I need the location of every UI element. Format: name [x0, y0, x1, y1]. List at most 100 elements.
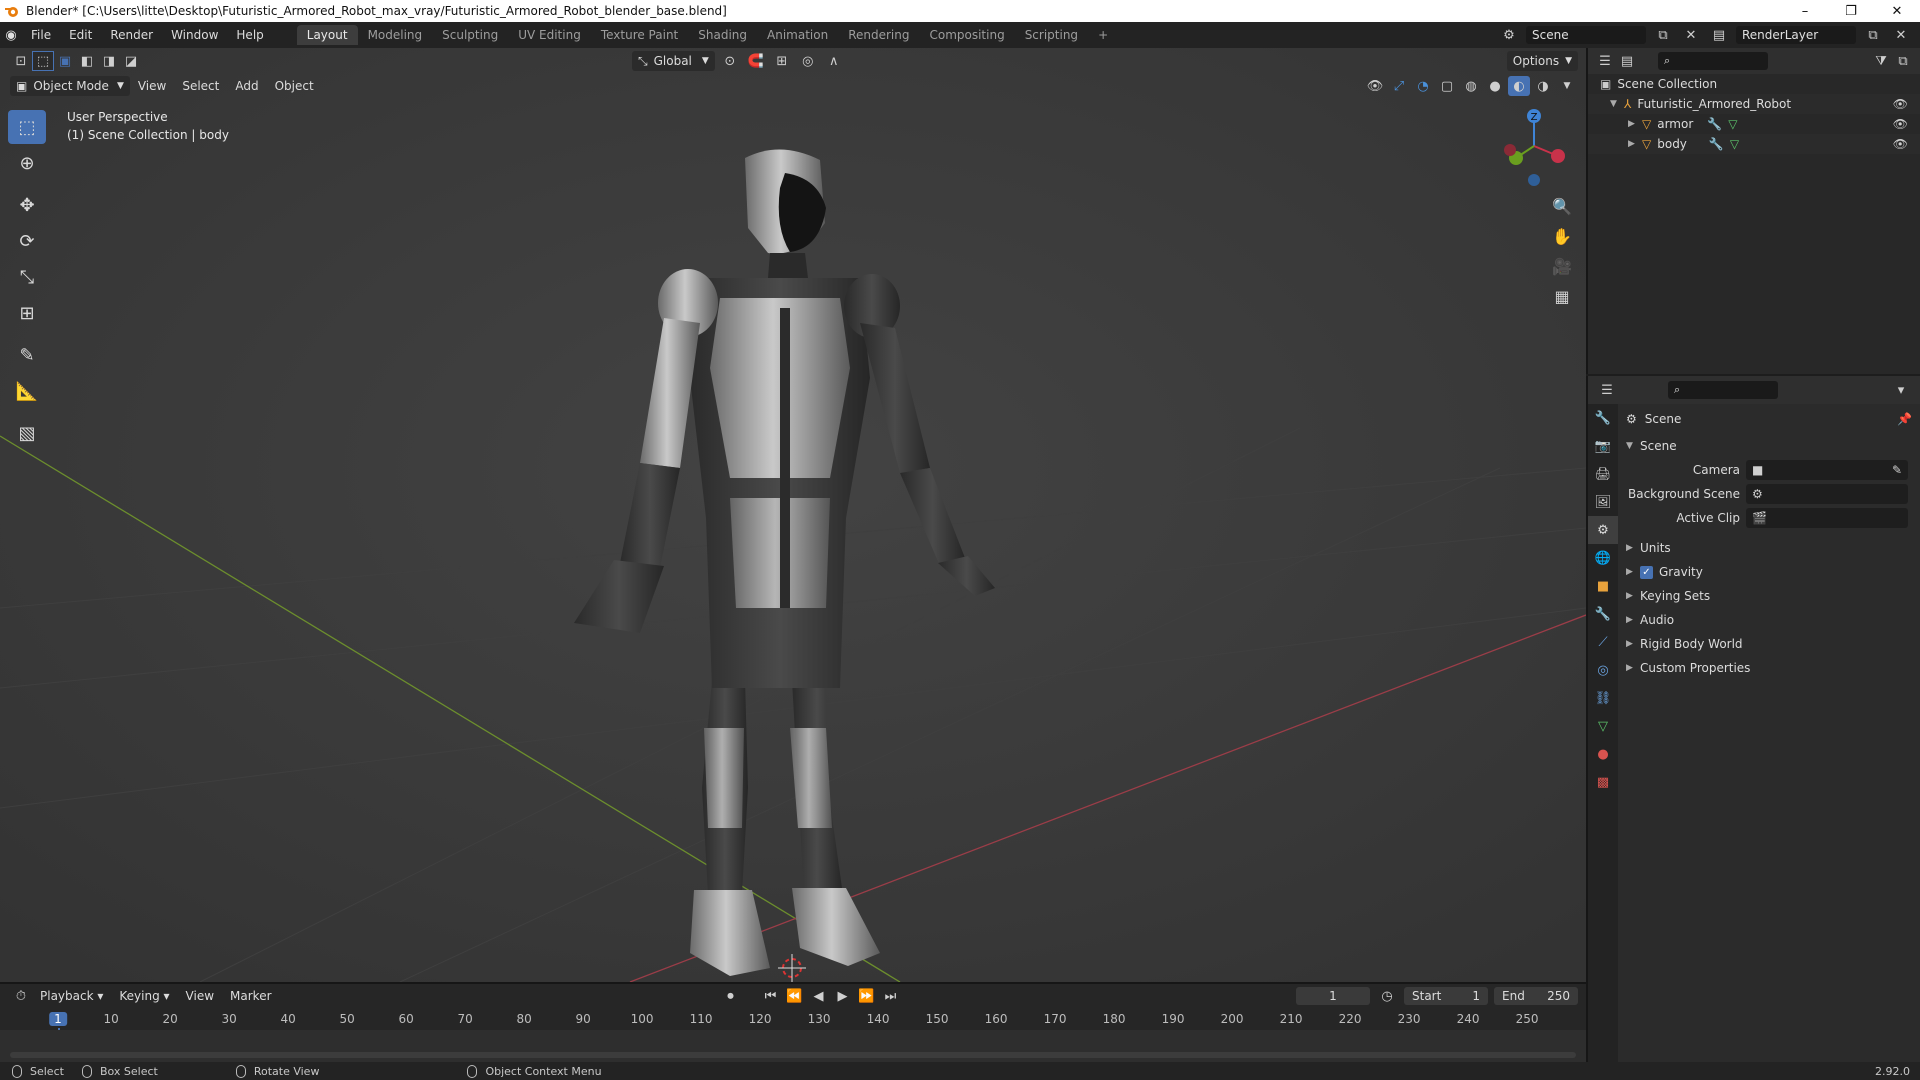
- menu-file[interactable]: File: [22, 28, 60, 42]
- properties-editor-type-icon[interactable]: ☰: [1596, 380, 1618, 400]
- expand-right-icon[interactable]: ▶: [1628, 139, 1642, 149]
- chevron-down-icon[interactable]: ▾: [1890, 380, 1912, 400]
- delete-scene-icon[interactable]: ✕: [1680, 25, 1702, 45]
- menu-playback[interactable]: Playback ▾: [32, 989, 111, 1003]
- units-panel[interactable]: ▶ Units: [1618, 536, 1920, 560]
- outliner-scene-collection[interactable]: ▣ Scene Collection: [1588, 74, 1920, 94]
- display-mode-icon[interactable]: ▤: [1616, 51, 1638, 71]
- new-collection-icon[interactable]: ⧉: [1892, 51, 1914, 71]
- material-tab-icon[interactable]: ●: [1588, 740, 1618, 768]
- select-subtract-icon[interactable]: ◨: [98, 51, 120, 71]
- next-keyframe-icon[interactable]: ⏩: [856, 986, 878, 1006]
- cursor-tool-icon[interactable]: ⊕: [8, 146, 46, 180]
- viewport-scene[interactable]: [0, 48, 1586, 982]
- tab-scripting[interactable]: Scripting: [1015, 25, 1088, 45]
- delete-layer-icon[interactable]: ✕: [1890, 25, 1912, 45]
- gravity-checkbox[interactable]: ✓: [1640, 565, 1653, 579]
- gizmo-x-axis[interactable]: [1551, 149, 1565, 163]
- menu-object[interactable]: Object: [267, 79, 322, 93]
- outliner-item-robot[interactable]: ▼ ⅄ Futuristic_Armored_Robot 👁: [1588, 94, 1920, 114]
- active-clip-field[interactable]: 🎬: [1746, 508, 1908, 528]
- annotate-tool-icon[interactable]: ✎: [8, 338, 46, 372]
- move-tool-icon[interactable]: ✥: [8, 188, 46, 222]
- menu-add[interactable]: Add: [227, 79, 266, 93]
- minimize-button[interactable]: –: [1782, 4, 1828, 19]
- tab-layout[interactable]: Layout: [296, 25, 358, 45]
- render-layer-icon[interactable]: ▤: [1708, 25, 1730, 45]
- scene-selector[interactable]: Scene: [1526, 26, 1646, 44]
- tab-sculpting[interactable]: Sculpting: [432, 25, 508, 45]
- tab-animation[interactable]: Animation: [757, 25, 838, 45]
- overlay-icon[interactable]: ◔: [1412, 76, 1434, 96]
- blender-menu-icon[interactable]: ◉: [0, 25, 22, 45]
- select-new-icon[interactable]: ▣: [54, 51, 76, 71]
- pin-icon[interactable]: 📌: [1897, 412, 1912, 426]
- texture-tab-icon[interactable]: ▩: [1588, 768, 1618, 796]
- object-tab-icon[interactable]: ■: [1588, 572, 1618, 600]
- select-box-tool-icon[interactable]: ⬚: [8, 110, 46, 144]
- snap-icon[interactable]: 🧲: [745, 51, 767, 71]
- menu-window[interactable]: Window: [162, 28, 227, 42]
- scale-tool-icon[interactable]: ⤡: [8, 260, 46, 294]
- tab-modeling[interactable]: Modeling: [358, 25, 433, 45]
- particles-tab-icon[interactable]: ⟋: [1588, 628, 1618, 656]
- rendered-shading-icon[interactable]: ◑: [1532, 76, 1554, 96]
- background-scene-field[interactable]: ⚙: [1746, 484, 1908, 504]
- transform-tool-icon[interactable]: ⊞: [8, 296, 46, 330]
- outliner-editor-type-icon[interactable]: ☰: [1594, 51, 1616, 71]
- close-button[interactable]: ✕: [1874, 4, 1920, 19]
- eye-icon[interactable]: 👁: [1893, 117, 1908, 131]
- editor-type-icon[interactable]: ⊡: [10, 51, 32, 71]
- timeline-ruler[interactable]: 1 10 20 30 40 50 60 70 80 90 100 110 120 130 140 150 160…: [0, 1010, 1586, 1062]
- scene-tab-icon[interactable]: ⚙: [1588, 516, 1618, 544]
- new-scene-icon[interactable]: ⧉: [1652, 25, 1674, 45]
- end-frame-field[interactable]: End 250: [1494, 987, 1578, 1005]
- timeline-scrollbar[interactable]: [10, 1052, 1576, 1058]
- current-frame-field[interactable]: 1: [1296, 987, 1370, 1005]
- menu-timeline-view[interactable]: View: [178, 989, 222, 1003]
- world-tab-icon[interactable]: 🌐: [1588, 544, 1618, 572]
- start-frame-field[interactable]: Start 1: [1404, 987, 1488, 1005]
- keying-sets-panel[interactable]: ▶ Keying Sets: [1618, 584, 1920, 608]
- jump-end-icon[interactable]: ⏭: [880, 986, 902, 1006]
- preview-range-icon[interactable]: ◷: [1376, 986, 1398, 1006]
- rotate-tool-icon[interactable]: ⟳: [8, 224, 46, 258]
- rigid-body-world-panel[interactable]: ▶ Rigid Body World: [1618, 632, 1920, 656]
- render-tab-icon[interactable]: 📷: [1588, 432, 1618, 460]
- jump-start-icon[interactable]: ⏮: [760, 986, 782, 1006]
- timeline-track[interactable]: [0, 1030, 1586, 1062]
- render-layer-selector[interactable]: RenderLayer: [1736, 26, 1856, 44]
- falloff-icon[interactable]: ∧: [823, 51, 845, 71]
- gizmo-neg-x-axis[interactable]: [1504, 144, 1516, 156]
- tool-tab-icon[interactable]: 🔧: [1588, 404, 1618, 432]
- modifier-tab-icon[interactable]: 🔧: [1588, 600, 1618, 628]
- chevron-down-icon[interactable]: ▼: [1556, 76, 1578, 96]
- menu-marker[interactable]: Marker: [222, 989, 279, 1003]
- new-layer-icon[interactable]: ⧉: [1862, 25, 1884, 45]
- outliner-item-armor[interactable]: ▶ ▽ armor 🔧 ▽ 👁: [1588, 114, 1920, 134]
- gravity-panel[interactable]: ▶ ✓ Gravity: [1618, 560, 1920, 584]
- expand-right-icon[interactable]: ▶: [1628, 119, 1642, 129]
- add-cube-tool-icon[interactable]: ▧: [8, 416, 46, 450]
- visibility-icon[interactable]: 👁: [1364, 76, 1386, 96]
- scene-panel-header[interactable]: ▼ Scene: [1618, 434, 1920, 458]
- maximize-button[interactable]: ❐: [1828, 4, 1874, 19]
- xray-icon[interactable]: ▢: [1436, 76, 1458, 96]
- outliner-search-input[interactable]: ⌕: [1658, 52, 1768, 70]
- select-extend-icon[interactable]: ◧: [76, 51, 98, 71]
- options-button[interactable]: Options ▼: [1506, 51, 1578, 71]
- audio-panel[interactable]: ▶ Audio: [1618, 608, 1920, 632]
- gizmo-icon[interactable]: ⤢: [1388, 76, 1410, 96]
- proportional-edit-icon[interactable]: ◎: [797, 51, 819, 71]
- playhead[interactable]: 1: [49, 1012, 67, 1026]
- camera-field[interactable]: ■ ✎: [1746, 460, 1908, 480]
- play-reverse-icon[interactable]: ◀: [808, 986, 830, 1006]
- tab-rendering[interactable]: Rendering: [838, 25, 919, 45]
- eye-icon[interactable]: 👁: [1893, 97, 1908, 111]
- 3d-viewport[interactable]: ⊡ ⬚ ▣ ◧ ◨ ◪ ⤡ Global ▼ ⊙ 🧲 ⊞ ◎ ∧ Options…: [0, 48, 1586, 982]
- tab-shading[interactable]: Shading: [688, 25, 757, 45]
- custom-properties-panel[interactable]: ▶ Custom Properties: [1618, 656, 1920, 680]
- timeline-editor-type-icon[interactable]: ⏱: [10, 986, 32, 1006]
- scene-icon[interactable]: ⚙: [1498, 25, 1520, 45]
- record-icon[interactable]: ⏺: [720, 986, 742, 1006]
